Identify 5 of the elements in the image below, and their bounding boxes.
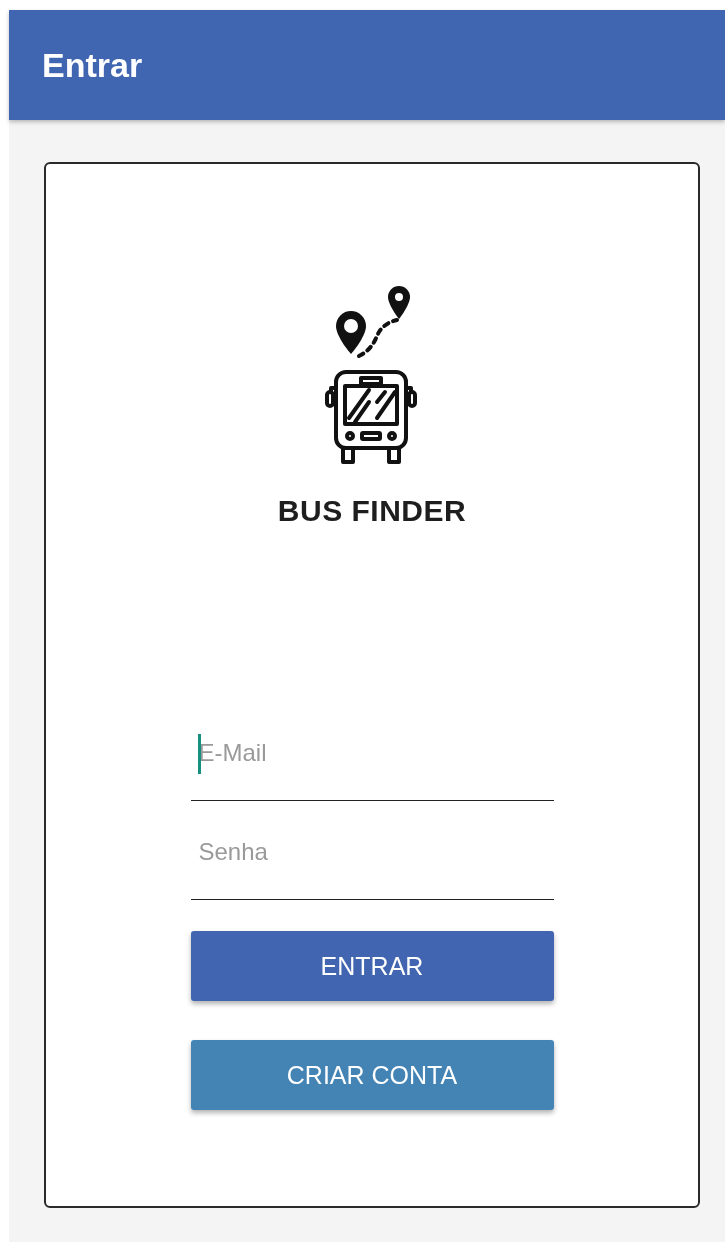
- create-account-button[interactable]: CRIAR CONTA: [190, 1040, 554, 1110]
- login-button[interactable]: ENTRAR: [190, 931, 554, 1001]
- app-bar-title: Entrar: [42, 45, 143, 85]
- text-field[interactable]: Senha: [190, 805, 554, 900]
- logo-text: BUS FINDER: [277, 494, 467, 528]
